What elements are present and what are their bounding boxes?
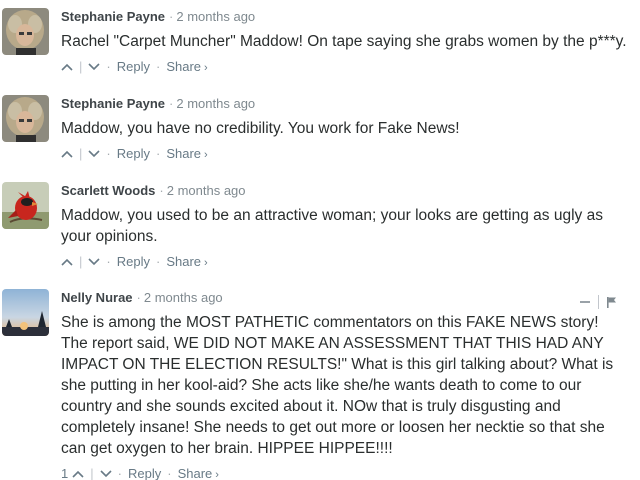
reply-button[interactable]: Reply [117,145,150,163]
comment-text-line: The report said, WE DID NOT MAKE AN ASSE… [61,335,614,457]
avatar[interactable] [2,182,49,229]
meta-bullet: · [169,96,174,111]
share-label: Share [166,58,202,74]
share-button[interactable]: Share › [178,465,219,480]
comment-meta: Scarlett Woods · 2 months ago [61,182,630,200]
action-bullet: · [155,146,161,161]
share-label: Share [177,465,213,480]
chevron-up-icon [72,470,84,478]
comment-list: Stephanie Payne · 2 months ago Rachel "Car… [0,0,640,480]
comment-timestamp[interactable]: 2 months ago [176,9,255,24]
meta-bullet: · [136,290,141,305]
comment: Nelly Nurae · 2 months ago She is among th… [0,285,640,480]
chevron-down-icon [88,150,100,158]
upvote-button[interactable] [61,63,73,71]
comment-meta: Stephanie Payne · 2 months ago [61,95,630,113]
flag-icon[interactable] [607,296,616,308]
action-bullet: · [155,254,161,269]
chevron-down-icon [88,63,100,71]
curly-hair-woman-avatar [2,8,49,55]
downvote-button[interactable] [88,150,100,158]
downvote-button[interactable] [88,258,100,266]
curly-hair-woman-avatar [2,95,49,142]
chevron-right-icon: › [204,148,208,161]
action-bullet: · [106,254,111,269]
action-bullet: · [117,466,122,480]
comment-meta: Nelly Nurae · 2 months ago [61,289,630,307]
action-bullet: · [155,59,161,74]
sunset-landscape-avatar [2,289,49,336]
reply-button[interactable]: Reply [128,465,161,480]
minus-icon[interactable] [580,301,590,303]
share-button[interactable]: Share › [166,58,207,77]
comment-text: She is among the MOST PATHETIC commentat… [61,312,630,459]
comment-meta: Stephanie Payne · 2 months ago [61,8,630,26]
action-bullet: · [106,59,111,74]
comment-actions: 1 | · Reply · Share › [61,465,630,480]
comment-author[interactable]: Stephanie Payne [61,9,165,24]
meta-bullet: · [159,183,164,198]
comment-timestamp[interactable]: 2 months ago [176,96,255,111]
comment-text: Maddow, you used to be an attractive wom… [61,205,630,247]
chevron-up-icon [61,150,73,158]
share-label: Share [166,145,202,161]
upvote-count: 1 [61,466,69,480]
downvote-button[interactable] [88,63,100,71]
comment-actions: | · Reply · Share › [61,253,630,271]
upvote-button[interactable] [72,470,84,478]
comment: Stephanie Payne · 2 months ago Rachel "Car… [0,4,640,84]
upvote-button[interactable] [61,258,73,266]
avatar[interactable] [2,95,49,142]
comment-actions: | · Reply · Share › [61,58,630,76]
chevron-right-icon: › [215,468,219,480]
comment-body: Nelly Nurae · 2 months ago She is among th… [61,289,630,480]
upvote-button[interactable] [61,150,73,158]
vote-divider: | [79,254,83,269]
comment-author[interactable]: Stephanie Payne [61,96,165,111]
avatar[interactable] [2,8,49,55]
comment-text: Rachel "Carpet Muncher" Maddow! On tape … [61,31,630,52]
chevron-right-icon: › [204,61,208,74]
comment-author[interactable]: Nelly Nurae [61,290,133,305]
comment-text: Maddow, you have no credibility. You wor… [61,118,630,139]
comment-text-line: Maddow, you have no credibility. You wor… [61,120,460,137]
comment-actions: | · Reply · Share › [61,145,630,163]
vote-divider: | [90,466,94,480]
chevron-down-icon [88,258,100,266]
vote-divider: | [79,146,83,161]
comment: Stephanie Payne · 2 months ago Maddow, you… [0,91,640,171]
meta-bullet: · [169,9,174,24]
reply-button[interactable]: Reply [117,253,150,271]
comment-author[interactable]: Scarlett Woods [61,183,155,198]
downvote-button[interactable] [100,470,112,478]
chevron-right-icon: › [204,256,208,269]
red-cardinal-avatar [2,182,49,229]
vote-divider: | [79,59,83,74]
share-button[interactable]: Share › [166,145,207,164]
reply-button[interactable]: Reply [117,58,150,76]
comment-timestamp[interactable]: 2 months ago [167,183,246,198]
comment-body: Stephanie Payne · 2 months ago Rachel "Car… [61,8,630,76]
comment-text-line: Rachel "Carpet Muncher" Maddow! On tape … [61,33,627,50]
action-bullet: · [167,466,172,480]
share-button[interactable]: Share › [166,253,207,272]
chevron-down-icon [100,470,112,478]
avatar[interactable] [2,289,49,336]
comment-body: Scarlett Woods · 2 months ago Maddow, you … [61,182,630,271]
comment-text-line: Maddow, you used to be an attractive wom… [61,207,603,245]
action-bullet: · [106,146,111,161]
comment-timestamp[interactable]: 2 months ago [144,290,223,305]
tools-divider [598,295,599,309]
comment-text-line: She is among the MOST PATHETIC commentat… [61,314,599,331]
chevron-up-icon [61,63,73,71]
share-label: Share [166,253,202,269]
comment-tools [580,295,616,309]
chevron-up-icon [61,258,73,266]
comment-body: Stephanie Payne · 2 months ago Maddow, you… [61,95,630,163]
comment: Scarlett Woods · 2 months ago Maddow, you … [0,178,640,278]
